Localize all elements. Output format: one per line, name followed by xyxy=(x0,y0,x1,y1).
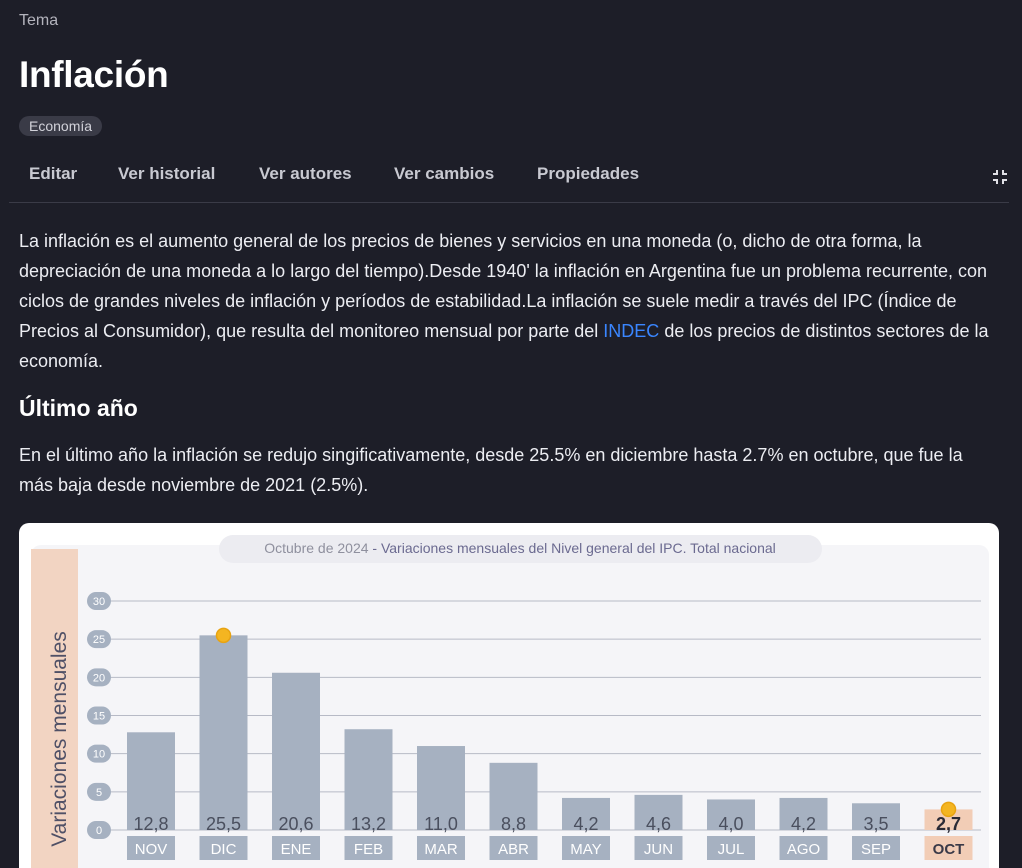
x-tick-nov: NOV xyxy=(135,841,168,858)
tab-propiedades[interactable]: Propiedades xyxy=(537,164,639,184)
page-title: Inflación xyxy=(19,54,169,95)
value-label-ago: 4,2 xyxy=(791,814,816,834)
section-paragraph: En el último año la inflación se redujo … xyxy=(19,445,963,495)
value-label-mar: 11,0 xyxy=(424,814,458,834)
value-label-ene: 20,6 xyxy=(278,814,313,834)
x-tick-sep: SEP xyxy=(861,841,891,858)
bar-dic xyxy=(199,635,248,830)
x-tick-jun: JUN xyxy=(644,841,673,858)
value-label-oct: 2,7 xyxy=(936,814,961,834)
y-tick-label: 20 xyxy=(93,672,105,684)
indec-link[interactable]: INDEC xyxy=(603,321,659,341)
value-label-sep: 3,5 xyxy=(863,814,888,834)
y-tick-label: 5 xyxy=(96,787,102,799)
x-tick-mar: MAR xyxy=(424,841,458,858)
y-tick-label: 15 xyxy=(93,711,105,723)
y-tick-label: 25 xyxy=(93,634,105,646)
page: Tema Inflación Economía Editar Ver histo… xyxy=(0,0,1022,868)
x-tick-ago: AGO xyxy=(787,841,820,858)
value-label-may: 4,2 xyxy=(573,814,598,834)
value-label-abr: 8,8 xyxy=(501,814,526,834)
bar-ene xyxy=(272,672,320,830)
collapse-icon[interactable] xyxy=(991,168,1009,186)
tab-ver-historial[interactable]: Ver historial xyxy=(118,164,215,184)
value-label-jul: 4,0 xyxy=(718,814,743,834)
x-tick-jul: JUL xyxy=(718,841,745,858)
x-tick-may: MAY xyxy=(570,841,601,858)
marker-dic xyxy=(215,627,232,644)
x-tick-dic: DIC xyxy=(211,841,237,858)
value-label-nov: 12,8 xyxy=(133,814,168,834)
topic-label: Tema xyxy=(19,12,59,29)
tab-editar[interactable]: Editar xyxy=(29,164,77,184)
x-tick-feb: FEB xyxy=(354,841,383,858)
inflation-chart: Octubre de 2024 - Variaciones mensuales … xyxy=(19,523,999,868)
chart-title: Octubre de 2024 - Variaciones mensuales … xyxy=(264,540,776,556)
tab-ver-autores[interactable]: Ver autores xyxy=(259,164,352,184)
value-label-feb: 13,2 xyxy=(351,814,386,834)
value-label-jun: 4,6 xyxy=(646,814,671,834)
x-tick-oct: OCT xyxy=(933,841,965,858)
value-label-dic: 25,5 xyxy=(206,814,241,834)
y-tick-label: 10 xyxy=(93,749,105,761)
action-tabs: Editar Ver historial Ver autores Ver cam… xyxy=(9,152,1009,203)
category-badge[interactable]: Economía xyxy=(19,116,103,136)
chart-ylabel: Variaciones mensuales xyxy=(48,631,71,847)
chart-svg: Octubre de 2024 - Variaciones mensuales … xyxy=(31,535,989,868)
section-heading: Último año xyxy=(19,395,138,421)
x-tick-abr: ABR xyxy=(498,841,529,858)
y-tick-label: 0 xyxy=(96,825,102,837)
y-tick-label: 30 xyxy=(93,596,105,608)
x-tick-ene: ENE xyxy=(281,841,312,858)
intro-paragraph: La inflación es el aumento general de lo… xyxy=(19,231,989,371)
tab-ver-cambios[interactable]: Ver cambios xyxy=(394,164,494,184)
